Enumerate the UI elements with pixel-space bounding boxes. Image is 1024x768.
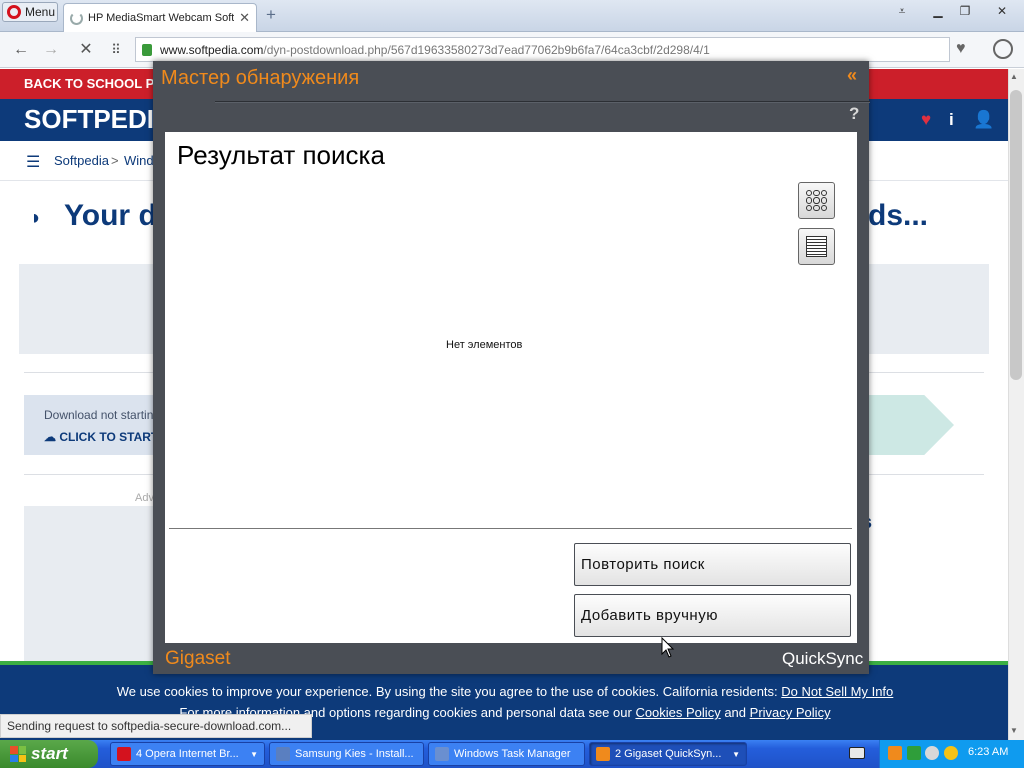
page-heading: Your d	[64, 199, 157, 232]
task-app-icon	[117, 747, 131, 761]
softpedia-logo[interactable]: SOFTPEDIA	[24, 104, 173, 135]
cookies-policy-link[interactable]: Cookies Policy	[635, 705, 720, 720]
collapse-chevron-icon[interactable]: «	[847, 65, 857, 86]
url-text: www.softpedia.com/dyn-postdownload.php/5…	[160, 43, 710, 57]
cookie-line-1: We use cookies to improve your experienc…	[0, 684, 1010, 699]
back-arrow-icon[interactable]: ←	[11, 40, 31, 60]
breadcrumb-section-link[interactable]: Wind	[124, 153, 154, 168]
task-app-icon	[596, 747, 610, 761]
forward-arrow-icon[interactable]: →	[41, 40, 61, 60]
network-tray-icon[interactable]	[907, 746, 921, 760]
url-field[interactable]: www.softpedia.com/dyn-postdownload.php/5…	[135, 37, 950, 62]
task-label: 4 Opera Internet Br...	[136, 748, 239, 760]
keyboard-layout-icon[interactable]	[849, 747, 865, 759]
url-domain: www.softpedia.com	[160, 42, 264, 57]
search-tray-icon[interactable]	[944, 746, 958, 760]
dialog-title: Мастер обнаружения	[161, 67, 360, 89]
grid-view-icon	[806, 190, 827, 211]
title-divider	[215, 101, 870, 103]
cookie-text-1: We use cookies to improve your experienc…	[116, 684, 778, 699]
security-tray-icon[interactable]	[925, 746, 939, 760]
download-fallback-box	[24, 395, 164, 455]
windows-flag-icon	[10, 746, 26, 762]
list-view-button[interactable]	[798, 228, 835, 265]
mouse-cursor-icon	[661, 637, 675, 658]
list-view-icon	[806, 236, 827, 257]
help-icon[interactable]: ?	[849, 104, 859, 124]
retry-search-button[interactable]: Повторить поиск	[574, 543, 851, 586]
download-arrow-banner[interactable]	[869, 395, 954, 455]
minimize-window-button[interactable]: ▁	[926, 2, 950, 20]
panel-title: Результат поиска	[177, 140, 385, 170]
privacy-policy-link[interactable]: Privacy Policy	[750, 705, 831, 720]
page-heading-tail: ds...	[868, 199, 929, 232]
tab-close-icon[interactable]: ✕	[239, 10, 250, 26]
task-label: Samsung Kies - Install...	[295, 748, 414, 760]
speed-dial-grid-icon[interactable]: ⠿	[106, 40, 126, 60]
breadcrumb-home-link[interactable]: Softpedia	[54, 153, 109, 168]
task-label: 2 Gigaset QuickSyn...	[615, 748, 722, 760]
opera-menu-button[interactable]: Menu	[2, 2, 58, 22]
click-to-start-label: CLICK TO START I	[59, 430, 165, 444]
tab-list-icon[interactable]: ⩡	[890, 2, 914, 20]
taskbar-task-button[interactable]: Windows Task Manager	[428, 742, 585, 766]
hamburger-menu-icon[interactable]: ☰	[26, 152, 40, 172]
bookmark-heart-icon[interactable]: ♥	[956, 40, 966, 58]
stop-loading-icon[interactable]: ✕	[76, 40, 96, 60]
quicksync-label: QuickSync	[782, 649, 864, 668]
menu-label: Menu	[25, 5, 56, 19]
scroll-up-icon[interactable]: ▲	[1010, 72, 1018, 81]
start-label: start	[31, 744, 68, 763]
cookie-and: and	[724, 705, 747, 720]
browser-tab-active[interactable]: HP MediaSmart Webcam Soft ✕	[63, 3, 257, 32]
task-label: Windows Task Manager	[454, 748, 571, 760]
taskbar-task-button[interactable]: Samsung Kies - Install...	[269, 742, 424, 766]
download-not-starting-text: Download not startin	[44, 408, 154, 422]
browser-status-bar: Sending request to softpedia-secure-down…	[0, 714, 312, 738]
close-window-button[interactable]: ✕	[990, 2, 1014, 20]
scrollbar-thumb[interactable]	[1010, 90, 1022, 380]
advertisement-box	[24, 506, 164, 666]
loading-spinner-icon	[70, 11, 83, 25]
opera-logo-icon	[7, 5, 21, 19]
taskbar-task-button[interactable]: 2 Gigaset QuickSyn... ▼	[589, 742, 747, 766]
task-app-icon	[276, 747, 290, 761]
add-manually-button[interactable]: Добавить вручную	[574, 594, 851, 637]
secure-lock-icon	[142, 43, 152, 56]
start-button[interactable]: start	[0, 740, 98, 768]
group-dropdown-icon[interactable]: ▼	[250, 750, 258, 759]
gigaset-tray-icon[interactable]	[888, 746, 902, 760]
taskbar-clock[interactable]: 6:23 AM	[968, 746, 1008, 758]
taskbar-task-button[interactable]: 4 Opera Internet Br... ▼	[110, 742, 265, 766]
empty-results-message: Нет элементов	[446, 339, 523, 351]
advertisement-label: Adv	[135, 492, 154, 504]
account-icon[interactable]	[993, 39, 1013, 59]
task-app-icon	[435, 747, 449, 761]
gigaset-logo: Gigaset	[165, 648, 231, 669]
new-tab-button[interactable]: +	[262, 6, 280, 24]
user-icon[interactable]: 👤	[973, 110, 994, 130]
panel-divider	[169, 528, 852, 529]
click-to-start-link[interactable]: ☁ CLICK TO START I	[44, 430, 165, 444]
scroll-down-icon[interactable]: ▼	[1010, 726, 1018, 735]
cloud-download-icon: ☁	[44, 430, 60, 444]
breadcrumb-separator: >	[111, 153, 119, 168]
info-icon[interactable]: i	[949, 110, 954, 130]
grid-view-button[interactable]	[798, 182, 835, 219]
loading-moon-icon: ◗	[30, 207, 43, 229]
group-dropdown-icon[interactable]: ▼	[732, 750, 740, 759]
favorites-heart-icon[interactable]: ♥	[921, 110, 931, 130]
do-not-sell-link[interactable]: Do Not Sell My Info	[781, 684, 893, 699]
maximize-window-button[interactable]: ❐	[953, 2, 977, 20]
url-path: /dyn-postdownload.php/567d19633580273d7e…	[263, 42, 710, 57]
tab-title: HP MediaSmart Webcam Soft	[88, 12, 235, 24]
